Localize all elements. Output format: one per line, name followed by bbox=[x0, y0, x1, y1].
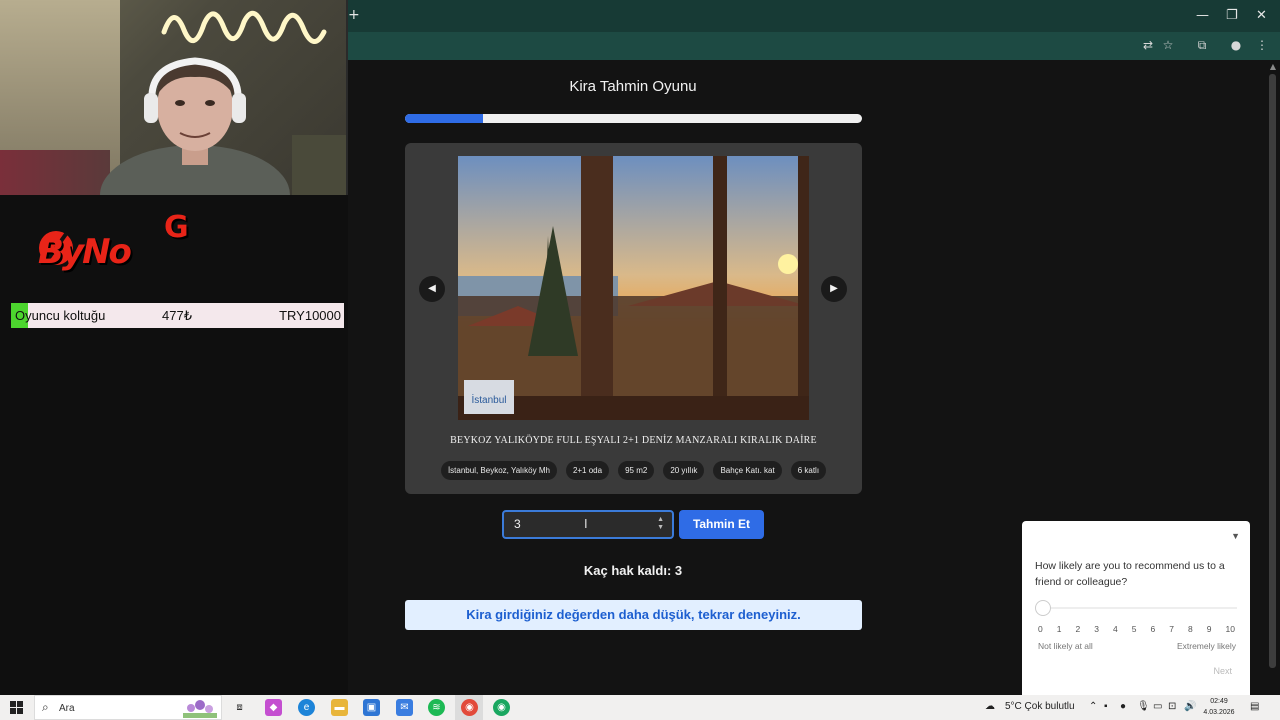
guess-button[interactable]: Tahmin Et bbox=[679, 510, 764, 539]
file-explorer-icon[interactable]: ▬ bbox=[331, 699, 348, 716]
tray-overflow-icon[interactable]: ⌃ bbox=[1089, 701, 1097, 712]
scroll-up-icon[interactable]: ▲ bbox=[1270, 62, 1276, 71]
weather-icon[interactable]: ☁ bbox=[985, 701, 995, 712]
clock-date: 4.03.2026 bbox=[1203, 709, 1235, 716]
listing-card: İstanbul ◀ ▶ BEYKOZ YALIKÖYDE FULL EŞYAL… bbox=[405, 143, 862, 494]
network-icon[interactable]: ▭ bbox=[1153, 701, 1162, 712]
text-cursor-icon: I bbox=[584, 516, 588, 531]
edge-browser-icon[interactable]: e bbox=[298, 699, 315, 716]
survey-scale-option[interactable]: 0 bbox=[1038, 624, 1043, 634]
neon-light-decoration bbox=[161, 10, 327, 44]
mail-icon[interactable]: ✉ bbox=[396, 699, 413, 716]
remaining-attempts: Kaç hak kaldı: 3 bbox=[583, 563, 683, 578]
clock-time: 02:49 bbox=[1210, 698, 1228, 705]
survey-scale-option[interactable]: 1 bbox=[1057, 624, 1062, 634]
tray-app-icon[interactable]: ● bbox=[1120, 701, 1126, 712]
chrome-icon[interactable]: ◉ bbox=[461, 699, 478, 716]
feedback-message: Kira girdiğiniz değerden daha düşük, tek… bbox=[405, 600, 862, 630]
browser-window: + — ❐ ✕ ⇄ ☆ ⧉ ● ⋮ ▲ Kira Tahmin Oyunu İs… bbox=[348, 0, 1280, 695]
page-title: Kira Tahmin Oyunu bbox=[569, 78, 697, 95]
survey-next-button[interactable]: Next bbox=[1213, 666, 1232, 676]
survey-scale-option[interactable]: 3 bbox=[1094, 624, 1099, 634]
photo-badge: İstanbul bbox=[471, 393, 506, 406]
donation-item: Oyuncu koltuğu bbox=[15, 308, 106, 323]
listing-tag: 6 katlı bbox=[790, 461, 827, 480]
bookmark-star-icon[interactable]: ☆ bbox=[1160, 37, 1176, 53]
rent-guess-value: 3 bbox=[514, 517, 521, 531]
windows-taskbar: ⌕ Ara ⧈ ◆ e ▬ ▣ ✉ ≋ ◉ ◉ ☁ 5°C Çok bulutl… bbox=[0, 695, 1280, 720]
screen: ByNo G Oyuncu koltuğu 477₺ TRY10000 + — … bbox=[0, 0, 1280, 720]
search-icon: ⌕ bbox=[42, 700, 49, 714]
taskbar-search-placeholder: Ara bbox=[59, 703, 75, 714]
windows-start-icon[interactable] bbox=[10, 701, 23, 714]
nps-survey-popup: ▼ How likely are you to recommend us to … bbox=[1022, 521, 1250, 695]
weather-status[interactable]: 5°C Çok bulutlu bbox=[1005, 701, 1075, 712]
survey-low-label: Not likely at all bbox=[1038, 641, 1093, 651]
listing-tag: Bahçe Katı. kat bbox=[713, 461, 782, 480]
collapse-chevron-icon[interactable]: ▼ bbox=[1231, 531, 1240, 541]
survey-question: How likely are you to recommend us to a … bbox=[1035, 560, 1225, 588]
maximize-icon[interactable]: ❐ bbox=[1226, 8, 1238, 23]
copilot-icon[interactable]: ◆ bbox=[265, 699, 282, 716]
survey-scale-option[interactable]: 5 bbox=[1132, 624, 1137, 634]
notifications-icon[interactable]: ▤ bbox=[1250, 701, 1259, 712]
volume-icon[interactable]: 🔊 bbox=[1184, 701, 1196, 712]
taskbar-clock[interactable]: 02:49 4.03.2026 bbox=[1203, 696, 1235, 718]
donation-goal: TRY10000 bbox=[279, 308, 341, 323]
chrome-profile-icon[interactable]: ◉ bbox=[493, 699, 510, 716]
new-tab-icon[interactable]: + bbox=[348, 7, 360, 23]
close-icon[interactable]: ✕ bbox=[1256, 8, 1267, 23]
logo-letter: G bbox=[164, 210, 189, 245]
survey-scale-option[interactable]: 6 bbox=[1151, 624, 1156, 634]
listing-tag: İstanbul, Beykoz, Yalıköy Mh bbox=[440, 461, 557, 480]
extensions-icon[interactable]: ⧉ bbox=[1194, 37, 1210, 53]
listing-tag: 2+1 oda bbox=[565, 461, 610, 480]
survey-scale-option[interactable]: 7 bbox=[1169, 624, 1174, 634]
game-progress-bar bbox=[405, 114, 862, 123]
donation-goal-bar: Oyuncu koltuğu 477₺ TRY10000 bbox=[11, 303, 344, 328]
survey-scale-option[interactable]: 8 bbox=[1188, 624, 1193, 634]
store-icon[interactable]: ▣ bbox=[363, 699, 380, 716]
microphone-icon[interactable]: 🎙 bbox=[1137, 701, 1150, 712]
number-spinner-icon[interactable]: ▲ ▼ bbox=[657, 516, 664, 532]
game-progress-fill bbox=[405, 114, 483, 123]
page-scrollbar[interactable] bbox=[1269, 74, 1276, 668]
search-highlight-flower-icon bbox=[183, 700, 217, 718]
survey-scale-option[interactable]: 10 bbox=[1226, 624, 1235, 634]
browser-titlebar: + — ❐ ✕ bbox=[348, 0, 1280, 32]
profile-avatar-icon[interactable]: ● bbox=[1228, 37, 1244, 53]
survey-scale-option[interactable]: 9 bbox=[1207, 624, 1212, 634]
survey-slider-track[interactable] bbox=[1035, 607, 1237, 609]
rent-guess-input[interactable]: 3 I ▲ ▼ bbox=[502, 510, 674, 539]
next-photo-button[interactable]: ▶ bbox=[821, 276, 847, 302]
prev-photo-button[interactable]: ◀ bbox=[419, 276, 445, 302]
survey-scale: 0 1 2 3 4 5 6 7 8 9 10 bbox=[1038, 624, 1235, 634]
menu-kebab-icon[interactable]: ⋮ bbox=[1254, 37, 1270, 53]
donation-price: 477₺ bbox=[162, 308, 192, 323]
task-view-icon[interactable]: ⧈ bbox=[231, 699, 248, 716]
listing-tag: 20 yıllık bbox=[663, 461, 705, 480]
listing-tag: 95 m2 bbox=[618, 461, 655, 480]
tray-app-icon[interactable]: ▪ bbox=[1104, 701, 1108, 712]
survey-slider-knob[interactable] bbox=[1035, 600, 1051, 616]
listing-photo[interactable]: İstanbul bbox=[458, 156, 809, 420]
listing-tags: İstanbul, Beykoz, Yalıköy Mh 2+1 oda 95 m2… bbox=[405, 461, 862, 480]
streamer-avatar bbox=[100, 57, 290, 195]
spotify-icon[interactable]: ≋ bbox=[428, 699, 445, 716]
vpn-icon[interactable]: ⊡ bbox=[1168, 701, 1176, 712]
webcam-feed bbox=[0, 0, 348, 195]
minimize-icon[interactable]: — bbox=[1196, 8, 1209, 23]
survey-high-label: Extremely likely bbox=[1176, 641, 1236, 651]
taskbar-search-box[interactable]: ⌕ Ara bbox=[34, 695, 222, 720]
survey-scale-option[interactable]: 4 bbox=[1113, 624, 1118, 634]
translate-icon[interactable]: ⇄ bbox=[1140, 37, 1156, 53]
logo-text: ByNo bbox=[38, 232, 132, 272]
listing-title: BEYKOZ YALIKÖYDE FULL EŞYALI 2+1 DENİZ M… bbox=[450, 435, 817, 446]
survey-scale-option[interactable]: 2 bbox=[1076, 624, 1081, 634]
